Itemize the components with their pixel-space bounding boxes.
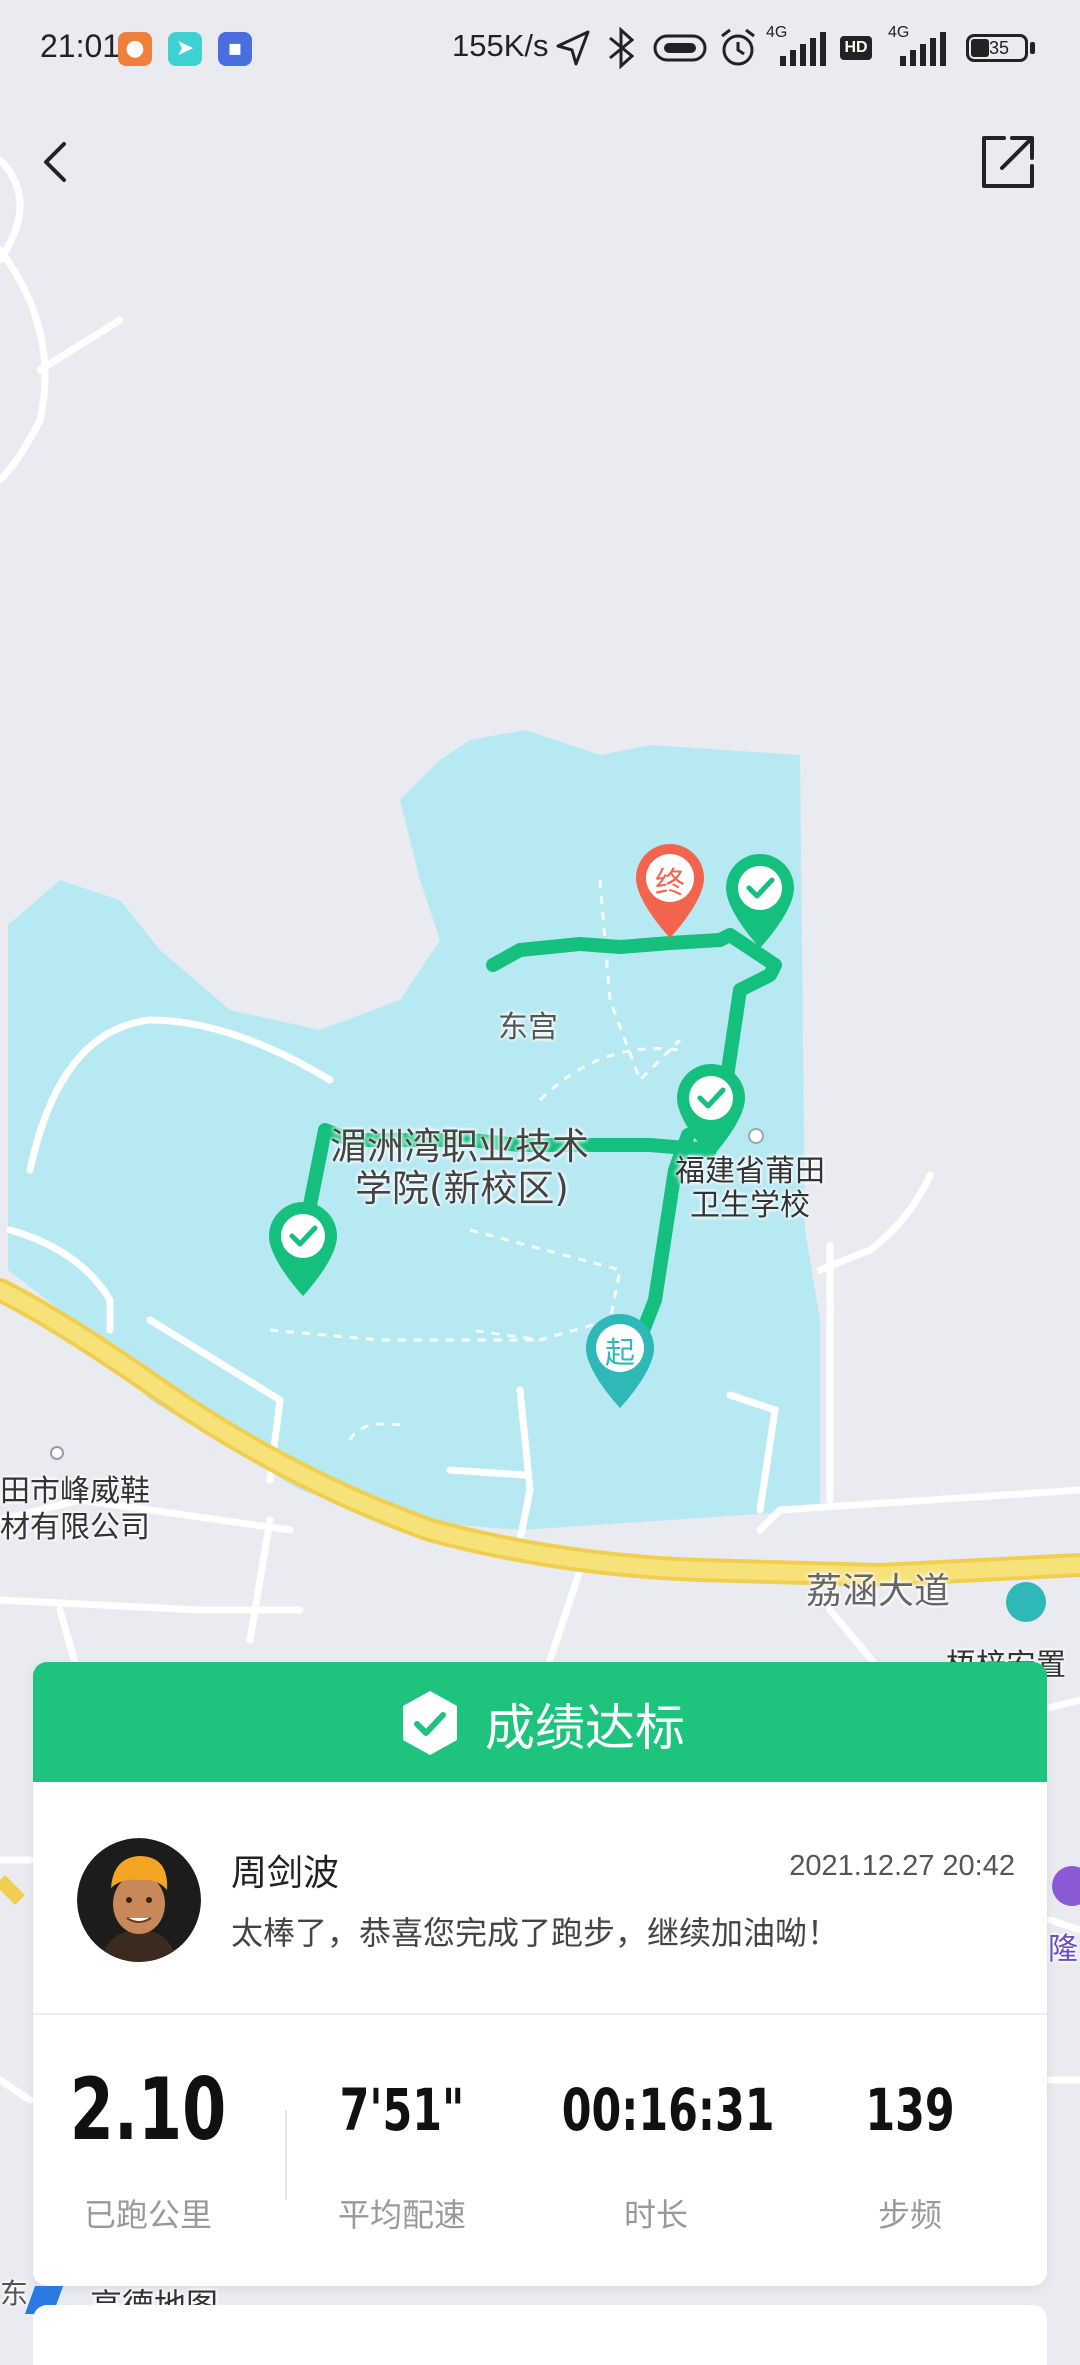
status-time: 21:01 [40, 28, 121, 64]
end-marker[interactable]: 终 [632, 840, 708, 940]
stat-pace: 7'51" 平均配速 [287, 2050, 517, 2234]
network-speed: 155K/s [452, 28, 549, 63]
user-name: 周剑波 [231, 1853, 340, 1894]
status-bar: 21:01 ● ➤ ▪ 155K/s 4G HD 4G 35 [0, 0, 1080, 96]
result-banner: 成绩达标 [33, 1662, 1047, 1782]
poi-dot-icon [50, 1446, 64, 1460]
checkpoint-pin-1[interactable] [722, 850, 798, 950]
chevron-left-icon [44, 142, 66, 182]
signal-icon-1 [780, 32, 826, 66]
congrats-message: 太棒了，恭喜您完成了跑步，继续加油呦！ [231, 1914, 840, 1952]
checkpoint-pin-3[interactable] [265, 1198, 341, 1298]
stat-cadence-label: 步频 [877, 2196, 942, 2234]
stat-cadence-value: 139 [865, 2076, 955, 2144]
banner-title: 成绩达标 [485, 1699, 685, 1757]
start-marker[interactable]: 起 [582, 1310, 658, 1410]
checkpoint-pin-2[interactable] [673, 1060, 749, 1160]
poi-dot-icon [748, 1128, 764, 1144]
map-label-campus-2: 学院(新校区) [355, 1167, 569, 1210]
result-card: 成绩达标 周剑波 2021.12.27 20:42 太棒了，恭喜您完成了跑步，继… [33, 1662, 1047, 2286]
run-datetime: 2021.12.27 20:42 [789, 1850, 1015, 1882]
avatar[interactable] [77, 1838, 201, 1962]
alarm-icon [721, 28, 755, 66]
shield-check-icon [403, 1691, 457, 1755]
stat-pace-value: 7'51" [339, 2076, 465, 2144]
navigation-app-icon: ➤ [168, 32, 202, 66]
stat-duration-value: 00:16:31 [561, 2076, 775, 2144]
vibrate-icon [653, 34, 707, 62]
bottom-sheet[interactable] [33, 2305, 1047, 2365]
app-notification-icon: ● [118, 32, 152, 66]
signal-icon-2 [900, 32, 946, 66]
map-label-bottom-left: 东 [0, 2277, 29, 2310]
battery-level: 35 [989, 38, 1010, 58]
hd-badge: HD [840, 36, 872, 60]
stat-distance-value: 2.10 [69, 2060, 227, 2160]
stat-distance: 2.10 已跑公里 [33, 2050, 263, 2234]
battery-icon: 35 [966, 34, 1028, 62]
stat-pace-label: 平均配速 [337, 2196, 466, 2234]
stat-distance-label: 已跑公里 [83, 2196, 212, 2234]
back-button[interactable] [24, 130, 88, 194]
share-icon [982, 136, 1034, 188]
stat-cadence: 139 步频 [795, 2050, 1025, 2234]
bluetooth-icon [609, 26, 635, 70]
stat-duration: 00:16:31 时长 [541, 2050, 775, 2234]
start-marker-label: 起 [605, 1336, 635, 1371]
map-label-road: 荔涵大道 [806, 1571, 951, 1612]
divider [33, 2013, 1047, 2015]
map-label-company-2: 材有限公司 [0, 1510, 150, 1545]
map-label-school-2: 卫生学校 [690, 1188, 810, 1223]
stat-duration-label: 时长 [623, 2196, 688, 2234]
map-label-poi-right-2: 隆 [1048, 1932, 1078, 1967]
card-app-icon: ▪ [218, 32, 252, 66]
map-label-donggong: 东宫 [498, 1010, 558, 1045]
end-marker-label: 终 [655, 866, 685, 901]
location-icon [556, 30, 590, 66]
poi-building-icon [1006, 1582, 1046, 1622]
share-button[interactable] [976, 130, 1040, 194]
